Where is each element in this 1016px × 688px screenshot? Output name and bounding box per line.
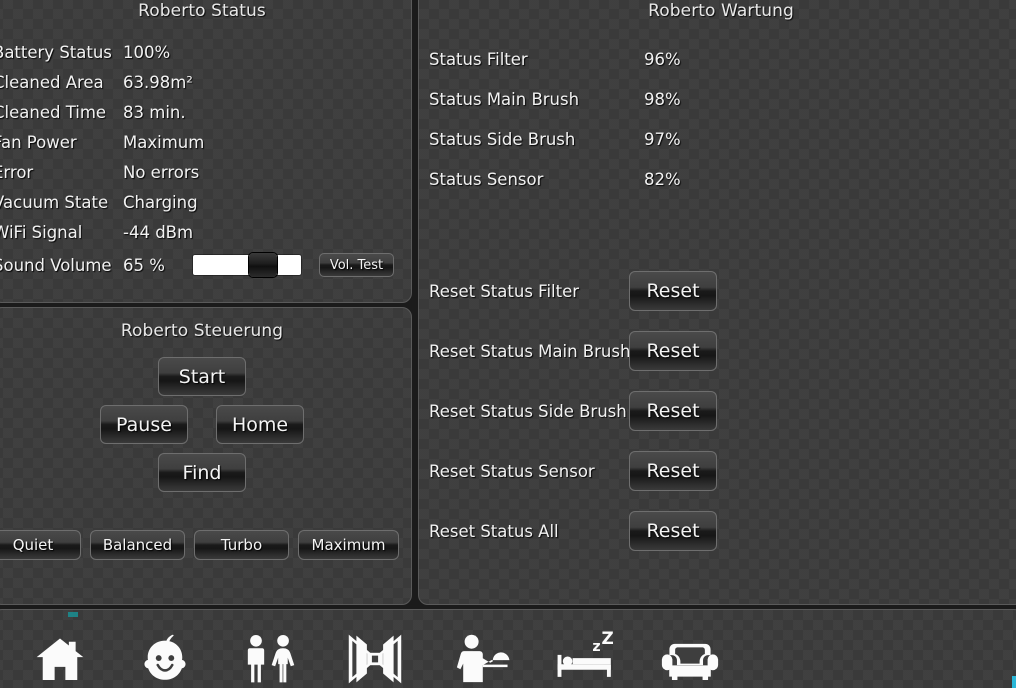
nav-living-room[interactable] xyxy=(637,620,742,688)
table-row: Status Main Brush 98% xyxy=(419,79,1016,119)
reset-status-sensor-button[interactable]: Reset xyxy=(629,451,717,491)
table-row: Status Sensor 82% xyxy=(419,159,1016,199)
row-label: Cleaned Time xyxy=(0,102,107,122)
row-label: Status Filter xyxy=(429,49,528,69)
row-value: 100% xyxy=(123,42,171,62)
reset-row: Reset Status All Reset xyxy=(419,501,1016,561)
row-label: Sound Volume xyxy=(0,255,112,275)
control-panel: Roberto Steuerung Start Pause Home Find … xyxy=(0,307,412,605)
reset-row: Reset Status Side Brush Reset xyxy=(419,381,1016,441)
nav-man-woman[interactable] xyxy=(217,620,322,688)
table-row: Vacuum State Charging xyxy=(0,187,411,217)
svg-text:z: z xyxy=(592,639,600,655)
baby-face-icon xyxy=(135,631,195,687)
start-button[interactable]: Start xyxy=(158,357,246,396)
reset-row-label: Reset Status Sensor xyxy=(429,461,595,481)
row-label: Battery Status xyxy=(0,42,112,62)
table-row: Battery Status 100% xyxy=(0,37,411,67)
home-button[interactable]: Home xyxy=(216,405,304,444)
maintenance-panel-title: Roberto Wartung xyxy=(648,1,794,21)
svg-text:Z: Z xyxy=(601,630,613,648)
status-panel: Roberto Status Battery Status 100% Clean… xyxy=(0,0,412,303)
row-label: Status Main Brush xyxy=(429,89,580,109)
table-row: Status Side Brush 97% xyxy=(419,119,1016,159)
control-panel-title: Roberto Steuerung xyxy=(120,321,284,341)
row-value: 83 min. xyxy=(123,102,186,122)
reset-row: Reset Status Filter Reset xyxy=(419,261,1016,321)
fan-mode-button-row: Quiet Balanced Turbo Maximum xyxy=(0,530,411,560)
reset-row-label: Reset Status Side Brush xyxy=(429,401,627,421)
nav-sleep[interactable]: z Z xyxy=(532,620,637,688)
table-row: Error No errors xyxy=(0,157,411,187)
row-label: Error xyxy=(0,162,34,182)
row-label: Vacuum State xyxy=(0,192,109,212)
row-label: WiFi Signal xyxy=(0,222,83,242)
reset-row-label: Reset Status Filter xyxy=(429,281,580,301)
row-value: 97% xyxy=(644,129,681,149)
row-value: Charging xyxy=(123,192,198,212)
home-icon xyxy=(30,631,90,687)
row-value: 82% xyxy=(644,169,681,189)
maintenance-row-list: Status Filter 96% Status Main Brush 98% … xyxy=(419,39,1016,199)
status-row-list: Battery Status 100% Cleaned Area 63.98m²… xyxy=(0,37,411,283)
row-value: No errors xyxy=(123,162,200,182)
volume-test-button[interactable]: Vol. Test xyxy=(319,253,394,277)
curtains-icon xyxy=(344,630,406,688)
row-label: Status Sensor xyxy=(429,169,544,189)
reset-row-label: Reset Status All xyxy=(429,521,559,541)
nav-baby[interactable] xyxy=(112,620,217,688)
find-button[interactable]: Find xyxy=(158,453,246,492)
table-row: Cleaned Time 83 min. xyxy=(0,97,411,127)
status-panel-title: Roberto Status xyxy=(138,1,266,21)
table-row: Fan Power Maximum xyxy=(0,127,411,157)
reset-row: Reset Status Sensor Reset xyxy=(419,441,1016,501)
room-service-icon xyxy=(449,631,511,687)
reset-status-all-button[interactable]: Reset xyxy=(629,511,717,551)
reset-row: Reset Status Main Brush Reset xyxy=(419,321,1016,381)
pause-button[interactable]: Pause xyxy=(100,405,188,444)
sound-volume-row: Sound Volume 65 % Vol. Test xyxy=(0,247,411,283)
row-label: Status Side Brush xyxy=(429,129,576,149)
armchair-icon xyxy=(658,631,722,687)
navigation-icon-bar: z Z xyxy=(0,609,1016,688)
slider-thumb[interactable] xyxy=(249,253,278,277)
control-button-cluster: Start Pause Home Find xyxy=(0,357,411,492)
scrollbar-edge-artifact xyxy=(1012,676,1016,688)
row-label: Fan Power xyxy=(0,132,77,152)
dashboard-root: Roberto Status Battery Status 100% Clean… xyxy=(0,0,1016,688)
table-row: Cleaned Area 63.98m² xyxy=(0,67,411,97)
reset-status-main-brush-button[interactable]: Reset xyxy=(629,331,717,371)
table-row: Status Filter 96% xyxy=(419,39,1016,79)
maintenance-panel: Roberto Wartung Status Filter 96% Status… xyxy=(418,0,1016,605)
fan-mode-turbo-button[interactable]: Turbo xyxy=(194,530,289,560)
fan-mode-maximum-button[interactable]: Maximum xyxy=(298,530,399,560)
row-value: 63.98m² xyxy=(123,72,193,92)
reset-status-filter-button[interactable]: Reset xyxy=(629,271,717,311)
fan-mode-balanced-button[interactable]: Balanced xyxy=(90,530,185,560)
control-row-start: Start xyxy=(0,357,411,396)
row-value: 98% xyxy=(644,89,681,109)
table-row: WiFi Signal -44 dBm xyxy=(0,217,411,247)
row-value: Maximum xyxy=(123,132,205,152)
man-woman-icon xyxy=(239,631,301,687)
row-value: 65 % xyxy=(123,255,165,275)
reset-row-list: Reset Status Filter Reset Reset Status M… xyxy=(419,261,1016,561)
reset-row-label: Reset Status Main Brush xyxy=(429,341,631,361)
bed-sleep-icon: z Z xyxy=(553,630,617,688)
nav-home[interactable] xyxy=(7,620,112,688)
control-row-pause-home: Pause Home xyxy=(0,405,411,444)
row-value: 96% xyxy=(644,49,681,69)
control-row-find: Find xyxy=(0,453,411,492)
nav-room-service[interactable] xyxy=(427,620,532,688)
reset-status-side-brush-button[interactable]: Reset xyxy=(629,391,717,431)
fan-mode-quiet-button[interactable]: Quiet xyxy=(0,530,81,560)
nav-curtains[interactable] xyxy=(322,620,427,688)
sound-volume-slider[interactable] xyxy=(193,253,301,277)
row-label: Cleaned Area xyxy=(0,72,104,92)
render-artifact-speck xyxy=(68,612,78,617)
row-value: -44 dBm xyxy=(123,222,194,242)
